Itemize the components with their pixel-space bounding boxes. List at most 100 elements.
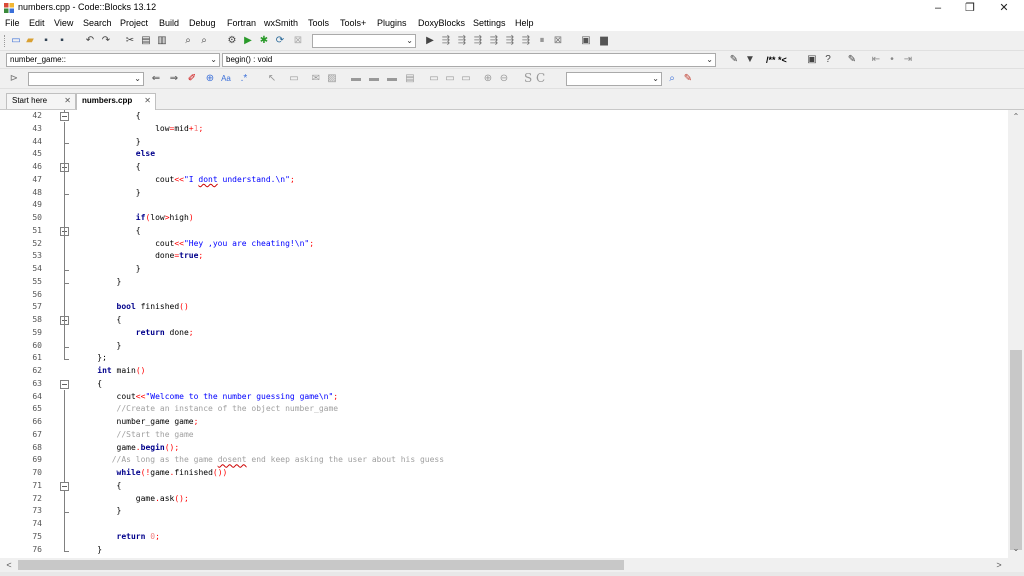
layout-2-icon[interactable]: ▬ xyxy=(368,73,380,85)
code-editor[interactable]: 42 43 44 45 46 47 48 49 50 51 52 53 54 55 56 57 58 59 60 61… xyxy=(0,110,1024,558)
menu-debug[interactable]: Debug xyxy=(189,18,216,28)
code-line[interactable]: cout<<"I dont understand.\n"; xyxy=(78,175,295,184)
menu-plugins[interactable]: Plugins xyxy=(377,18,407,28)
doxy-config-icon[interactable]: ✎ xyxy=(846,54,858,66)
copy-icon[interactable]: ▤ xyxy=(140,35,152,47)
stop-debug-icon[interactable]: ⊠ xyxy=(552,35,564,47)
menu-doxyblocks[interactable]: DoxyBlocks xyxy=(418,18,465,28)
menu-edit[interactable]: Edit xyxy=(29,18,45,28)
menu-wxsmith[interactable]: wxSmith xyxy=(264,18,298,28)
incremental-search-input[interactable]: ⌄ xyxy=(28,72,144,86)
scroll-right-icon[interactable]: > xyxy=(992,558,1006,572)
replace-icon[interactable]: ⌕ xyxy=(198,35,210,47)
regex-icon[interactable]: .* xyxy=(238,73,250,85)
tab-numbers-cpp[interactable]: numbers.cpp ✕ xyxy=(76,93,156,110)
debug-continue-icon[interactable]: ▶ xyxy=(424,35,436,47)
vertical-scrollbar[interactable]: ⌃ ⌄ xyxy=(1008,110,1024,558)
menu-file[interactable]: File xyxy=(5,18,20,28)
menu-project[interactable]: Project xyxy=(120,18,148,28)
save-all-icon[interactable]: ▪ xyxy=(56,35,68,47)
close-icon[interactable]: ✕ xyxy=(144,94,151,108)
code-area[interactable]: { low=mid+1; } else { cout<<"I dont unde… xyxy=(78,110,998,558)
new-file-icon[interactable]: ▭ xyxy=(10,35,22,47)
step-out-icon[interactable]: ⇶ xyxy=(488,35,500,47)
code-line[interactable]: { xyxy=(78,162,141,171)
code-line[interactable]: } xyxy=(78,264,141,273)
step-into-icon[interactable]: ⇶ xyxy=(472,35,484,47)
menu-search[interactable]: Search xyxy=(83,18,112,28)
cut-icon[interactable]: ✂ xyxy=(124,35,136,47)
code-line[interactable]: cout<<"Hey ,you are cheating!\n"; xyxy=(78,239,314,248)
code-line[interactable]: } xyxy=(78,277,122,286)
frame-1-icon[interactable]: ▭ xyxy=(428,73,440,85)
menu-tools[interactable]: Tools xyxy=(308,18,329,28)
next-line-icon[interactable]: ⇶ xyxy=(456,35,468,47)
search-mode-icon[interactable]: ⊳ xyxy=(8,73,20,85)
restore-button[interactable]: ❐ xyxy=(954,0,986,16)
close-icon[interactable]: ✕ xyxy=(64,94,71,108)
tab-start-here[interactable]: Start here ✕ xyxy=(6,93,76,109)
code-line[interactable]: }; xyxy=(78,353,107,362)
paste-icon[interactable]: ▥ xyxy=(156,35,168,47)
menu-settings[interactable]: Settings xyxy=(473,18,506,28)
code-line[interactable]: game.ask(); xyxy=(78,494,189,503)
doxy-wizard-icon[interactable]: ✎ xyxy=(728,54,740,66)
open-file-icon[interactable]: ▰ xyxy=(24,35,36,47)
toolbar-grip[interactable] xyxy=(4,35,7,47)
code-line[interactable]: while(!game.finished()) xyxy=(78,468,228,477)
minimize-button[interactable]: – xyxy=(922,0,954,16)
search-prev-icon[interactable]: ⇐ xyxy=(150,73,162,85)
horizontal-scroll-thumb[interactable] xyxy=(18,560,624,570)
symbol-tools-icon[interactable]: ✎ xyxy=(682,73,694,85)
selection-only-icon[interactable]: ⊕ xyxy=(204,73,216,85)
vertical-scroll-thumb[interactable] xyxy=(1010,350,1022,550)
menu-build[interactable]: Build xyxy=(159,18,179,28)
code-line[interactable]: { xyxy=(78,111,141,120)
scroll-down-icon[interactable]: ⌄ xyxy=(1008,544,1024,556)
abort-icon[interactable]: ⊠ xyxy=(292,35,304,47)
code-line[interactable]: bool finished() xyxy=(78,302,189,311)
scope-combo[interactable]: number_game:: ⌄ xyxy=(6,53,220,67)
code-line[interactable]: { xyxy=(78,481,122,490)
code-line[interactable]: else xyxy=(78,149,155,158)
mail-icon[interactable]: ✉ xyxy=(310,73,322,85)
horizontal-scrollbar[interactable]: < > xyxy=(0,558,1024,572)
undo-icon[interactable]: ↶ xyxy=(84,35,96,47)
code-line[interactable]: } xyxy=(78,506,122,515)
menu-tools-plus[interactable]: Tools+ xyxy=(340,18,366,28)
find-icon[interactable]: ⌕ xyxy=(182,35,194,47)
step-instruction-icon[interactable]: ⇶ xyxy=(520,35,532,47)
function-combo[interactable]: begin() : void ⌄ xyxy=(222,53,716,67)
run-icon[interactable]: ▶ xyxy=(242,35,254,47)
code-line[interactable]: game.begin(); xyxy=(78,443,180,452)
doxy-extract-icon[interactable]: ▼ xyxy=(744,54,756,66)
layout-4-icon[interactable]: ▤ xyxy=(404,73,416,85)
symbol-search-icon[interactable]: ⌕ xyxy=(666,73,678,85)
code-line[interactable]: } xyxy=(78,188,141,197)
pointer-icon[interactable]: ↖ xyxy=(266,73,278,85)
menu-fortran[interactable]: Fortran xyxy=(227,18,256,28)
build-and-run-icon[interactable]: ✱ xyxy=(258,35,270,47)
fold-margin[interactable] xyxy=(58,110,72,558)
rebuild-icon[interactable]: ⟳ xyxy=(274,35,286,47)
symbol-search-input[interactable]: ⌄ xyxy=(566,72,662,86)
doxy-chm-icon[interactable]: ? xyxy=(822,54,834,66)
code-line[interactable]: number_game game; xyxy=(78,417,199,426)
doc-comment-label[interactable]: /** *< xyxy=(766,55,787,65)
doxy-html-icon[interactable]: ▣ xyxy=(806,54,818,66)
build-gear-icon[interactable]: ⚙ xyxy=(226,35,238,47)
code-line[interactable]: } xyxy=(78,545,102,554)
match-case-icon[interactable]: Aa xyxy=(220,73,232,85)
code-line[interactable]: return done; xyxy=(78,328,194,337)
layout-1-icon[interactable]: ▬ xyxy=(350,73,362,85)
code-line[interactable]: //As long as the game dosent end keep as… xyxy=(78,455,444,464)
code-line[interactable]: int main() xyxy=(78,366,145,375)
code-line[interactable]: low=mid+1; xyxy=(78,124,203,133)
code-line[interactable]: //Create an instance of the object numbe… xyxy=(78,404,339,413)
close-button[interactable]: ✕ xyxy=(988,0,1020,16)
find-label[interactable]: S C xyxy=(524,71,545,85)
scroll-left-icon[interactable]: < xyxy=(2,558,16,572)
fold-toggle-icon[interactable] xyxy=(60,112,69,121)
code-line[interactable]: { xyxy=(78,379,102,388)
code-line[interactable]: } xyxy=(78,137,141,146)
